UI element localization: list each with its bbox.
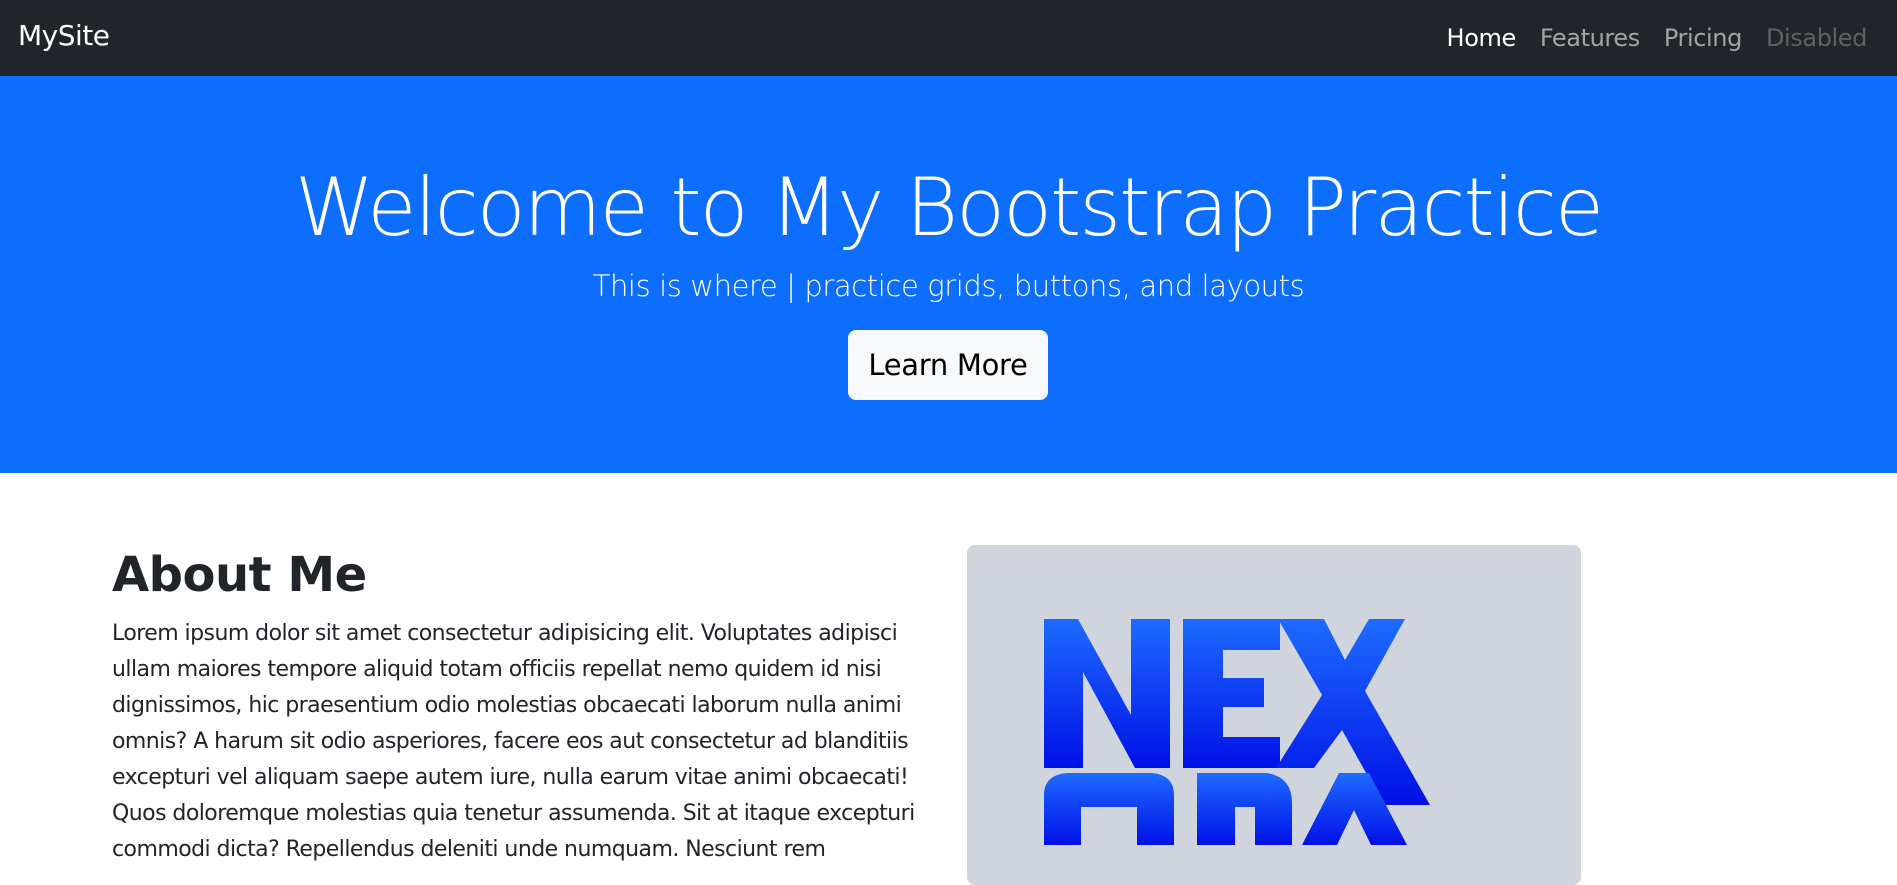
nav-link-features[interactable]: Features xyxy=(1540,24,1640,52)
about-title: About Me xyxy=(112,547,367,603)
brand-link[interactable]: MySite xyxy=(18,0,110,76)
hero-subtitle: This is where | practice grids, buttons,… xyxy=(592,269,1305,303)
navbar: MySite Home Features Pricing Disabled xyxy=(0,0,1897,76)
learn-more-button[interactable]: Learn More xyxy=(848,330,1048,400)
hero-title: Welcome to My Bootstrap Practice xyxy=(294,161,1604,254)
nav-link-home[interactable]: Home xyxy=(1447,24,1517,52)
logo-image xyxy=(967,545,1581,885)
nav-link-pricing[interactable]: Pricing xyxy=(1664,24,1743,52)
hero-section: Welcome to My Bootstrap Practice This is… xyxy=(0,76,1897,473)
nexora-logo-image xyxy=(1044,619,1430,845)
nav-link-disabled: Disabled xyxy=(1765,24,1867,52)
about-text: Lorem ipsum dolor sit amet consectetur a… xyxy=(112,621,915,862)
nav-links: Home Features Pricing Disabled xyxy=(1423,0,1868,76)
